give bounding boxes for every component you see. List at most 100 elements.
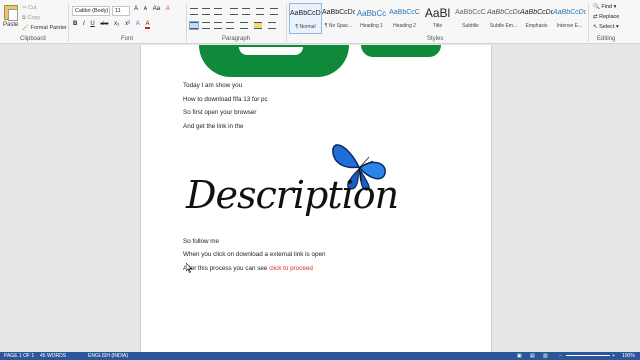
- style-name: Intense E...: [556, 23, 583, 29]
- numbering-icon[interactable]: [202, 8, 210, 15]
- zoom-in-icon[interactable]: +: [612, 353, 615, 359]
- green-logo-fragment: [361, 45, 441, 57]
- web-layout-icon[interactable]: ▥: [543, 353, 548, 359]
- document-page[interactable]: Today I am show you How to download fifa…: [140, 45, 492, 352]
- select-label: Select: [599, 24, 615, 30]
- replace-button[interactable]: ⇄ Replace: [593, 14, 619, 20]
- copy-label: Copy: [27, 15, 41, 21]
- doc-line-click: When you click on download a external li…: [183, 251, 326, 258]
- logo-cutout: [239, 47, 303, 55]
- style-title[interactable]: AaBl Title: [421, 3, 454, 34]
- sort-icon[interactable]: [256, 8, 264, 15]
- bullets-icon[interactable]: [190, 8, 198, 15]
- line-spacing-icon[interactable]: [240, 22, 248, 29]
- bold-button[interactable]: B: [73, 21, 77, 27]
- align-center-icon[interactable]: [202, 22, 210, 29]
- style-emphasis[interactable]: AaBbCcDc Emphasis: [520, 3, 553, 34]
- font-color-button[interactable]: A: [145, 21, 150, 29]
- status-bar: PAGE 1 OF 1 45 WORDS ENGLISH (INDIA) ▣ ▤…: [0, 352, 640, 360]
- document-canvas: Today I am show you How to download fifa…: [0, 45, 640, 352]
- style-heading-1[interactable]: AaBbCc Heading 1: [355, 3, 388, 34]
- doc-line-4: And get the link in the: [183, 123, 244, 130]
- style-name: ¶ No Spac...: [324, 23, 353, 29]
- style-sample: AaBbCcDc: [322, 9, 355, 16]
- paste-label: Paste: [3, 22, 19, 28]
- search-icon: 🔍: [593, 4, 600, 10]
- style-name: Title: [432, 23, 443, 29]
- doc-line-3: So first open your browser: [183, 109, 257, 116]
- clipboard-group-label: Clipboard: [20, 36, 46, 42]
- cursor-icon: ↖: [593, 24, 598, 30]
- style-name: ¶ Normal: [295, 24, 316, 30]
- show-marks-icon[interactable]: [270, 8, 278, 15]
- strikethrough-button[interactable]: abc: [100, 21, 108, 27]
- shading-icon[interactable]: [254, 22, 262, 29]
- paragraph-group-label: Paragraph: [222, 36, 251, 42]
- style-no-spacing[interactable]: AaBbCcDc ¶ No Spac...: [322, 3, 355, 34]
- format-painter-button[interactable]: 🖌 Format Painter: [22, 25, 67, 31]
- cut-label: Cut: [28, 5, 37, 11]
- style-name: Heading 2: [393, 23, 416, 29]
- style-heading-2[interactable]: AaBbCcC Heading 2: [388, 3, 421, 34]
- text-effects-button[interactable]: A: [136, 21, 140, 27]
- style-name: Subtle Em...: [489, 23, 518, 29]
- read-mode-icon[interactable]: ▣: [517, 353, 522, 359]
- clipboard-icon: [4, 5, 18, 21]
- style-intense-emphasis[interactable]: AaBbCcDc Intense E...: [553, 3, 586, 34]
- subscript-button[interactable]: x₂: [114, 21, 119, 27]
- multilevel-list-icon[interactable]: [214, 8, 222, 15]
- superscript-button[interactable]: x²: [125, 21, 130, 27]
- increase-indent-icon[interactable]: [242, 8, 250, 15]
- print-layout-icon[interactable]: ▤: [530, 353, 535, 359]
- page-count[interactable]: PAGE 1 OF 1: [4, 353, 34, 359]
- style-normal[interactable]: AaBbCcDc ¶ Normal: [289, 3, 322, 34]
- replace-icon: ⇄: [593, 14, 598, 20]
- copy-button[interactable]: ⧉ Copy: [22, 15, 40, 22]
- doc-line-2: How to download fifa 13 for pc: [183, 96, 268, 103]
- zoom-out-icon[interactable]: −: [559, 353, 562, 359]
- styles-gallery: AaBbCcDc ¶ Normal AaBbCcDc ¶ No Spac... …: [289, 3, 586, 34]
- doc-line-follow: So follow me: [183, 238, 220, 245]
- style-sample: AaBbCcC: [389, 9, 420, 16]
- find-button[interactable]: 🔍 Find ▾: [593, 4, 616, 10]
- grow-font-button[interactable]: A: [134, 6, 138, 12]
- style-sample: AaBbCcDc: [290, 10, 321, 17]
- font-row-1: A A Aa A: [134, 6, 174, 12]
- mouse-pointer-icon: [186, 263, 192, 273]
- align-left-icon[interactable]: [189, 21, 199, 30]
- doc-line-1: Today I am show you: [183, 82, 243, 89]
- clear-formatting-button[interactable]: A: [166, 6, 170, 12]
- font-row-2: B I U abc x₂ x² A A: [73, 21, 154, 29]
- language-indicator[interactable]: ENGLISH (INDIA): [88, 353, 128, 359]
- replace-label: Replace: [599, 14, 620, 20]
- style-name: Subtitle: [462, 23, 479, 29]
- cut-button[interactable]: ✂ Cut: [22, 5, 37, 11]
- click-to-proceed-link[interactable]: click to proceed: [269, 265, 313, 272]
- shrink-font-button[interactable]: A: [144, 6, 147, 12]
- style-subtle-emphasis[interactable]: AaBbCcDc Subtle Em...: [487, 3, 520, 34]
- justify-icon[interactable]: [226, 22, 234, 29]
- underline-button[interactable]: U: [90, 21, 94, 27]
- paintbrush-icon: 🖌: [22, 25, 29, 31]
- zoom-slider[interactable]: [566, 355, 610, 356]
- editing-group-label: Editing: [597, 36, 616, 42]
- word-count[interactable]: 45 WORDS: [40, 353, 66, 359]
- style-name: Heading 1: [360, 23, 383, 29]
- select-button[interactable]: ↖ Select ▾: [593, 24, 619, 30]
- borders-icon[interactable]: [268, 22, 276, 29]
- font-group-label: Font: [121, 36, 134, 42]
- style-sample: AaBbCcC: [455, 9, 486, 16]
- decrease-indent-icon[interactable]: [230, 8, 238, 15]
- font-family-select[interactable]: Calibri (Body): [72, 6, 110, 16]
- paste-button[interactable]: Paste: [3, 5, 19, 32]
- change-case-button[interactable]: Aa: [153, 6, 160, 12]
- find-label: Find: [601, 4, 613, 10]
- italic-button[interactable]: I: [83, 21, 85, 27]
- ribbon: Paste ✂ Cut ⧉ Copy 🖌 Format Painter Cali…: [0, 0, 640, 44]
- group-labels: Clipboard Font Paragraph Styles Editing: [0, 35, 640, 44]
- style-sample: AaBbCcDc: [487, 9, 520, 16]
- align-right-icon[interactable]: [214, 22, 222, 29]
- style-subtitle[interactable]: AaBbCcC Subtitle: [454, 3, 487, 34]
- zoom-level[interactable]: 100%: [622, 353, 635, 359]
- font-size-select[interactable]: 11: [112, 6, 130, 16]
